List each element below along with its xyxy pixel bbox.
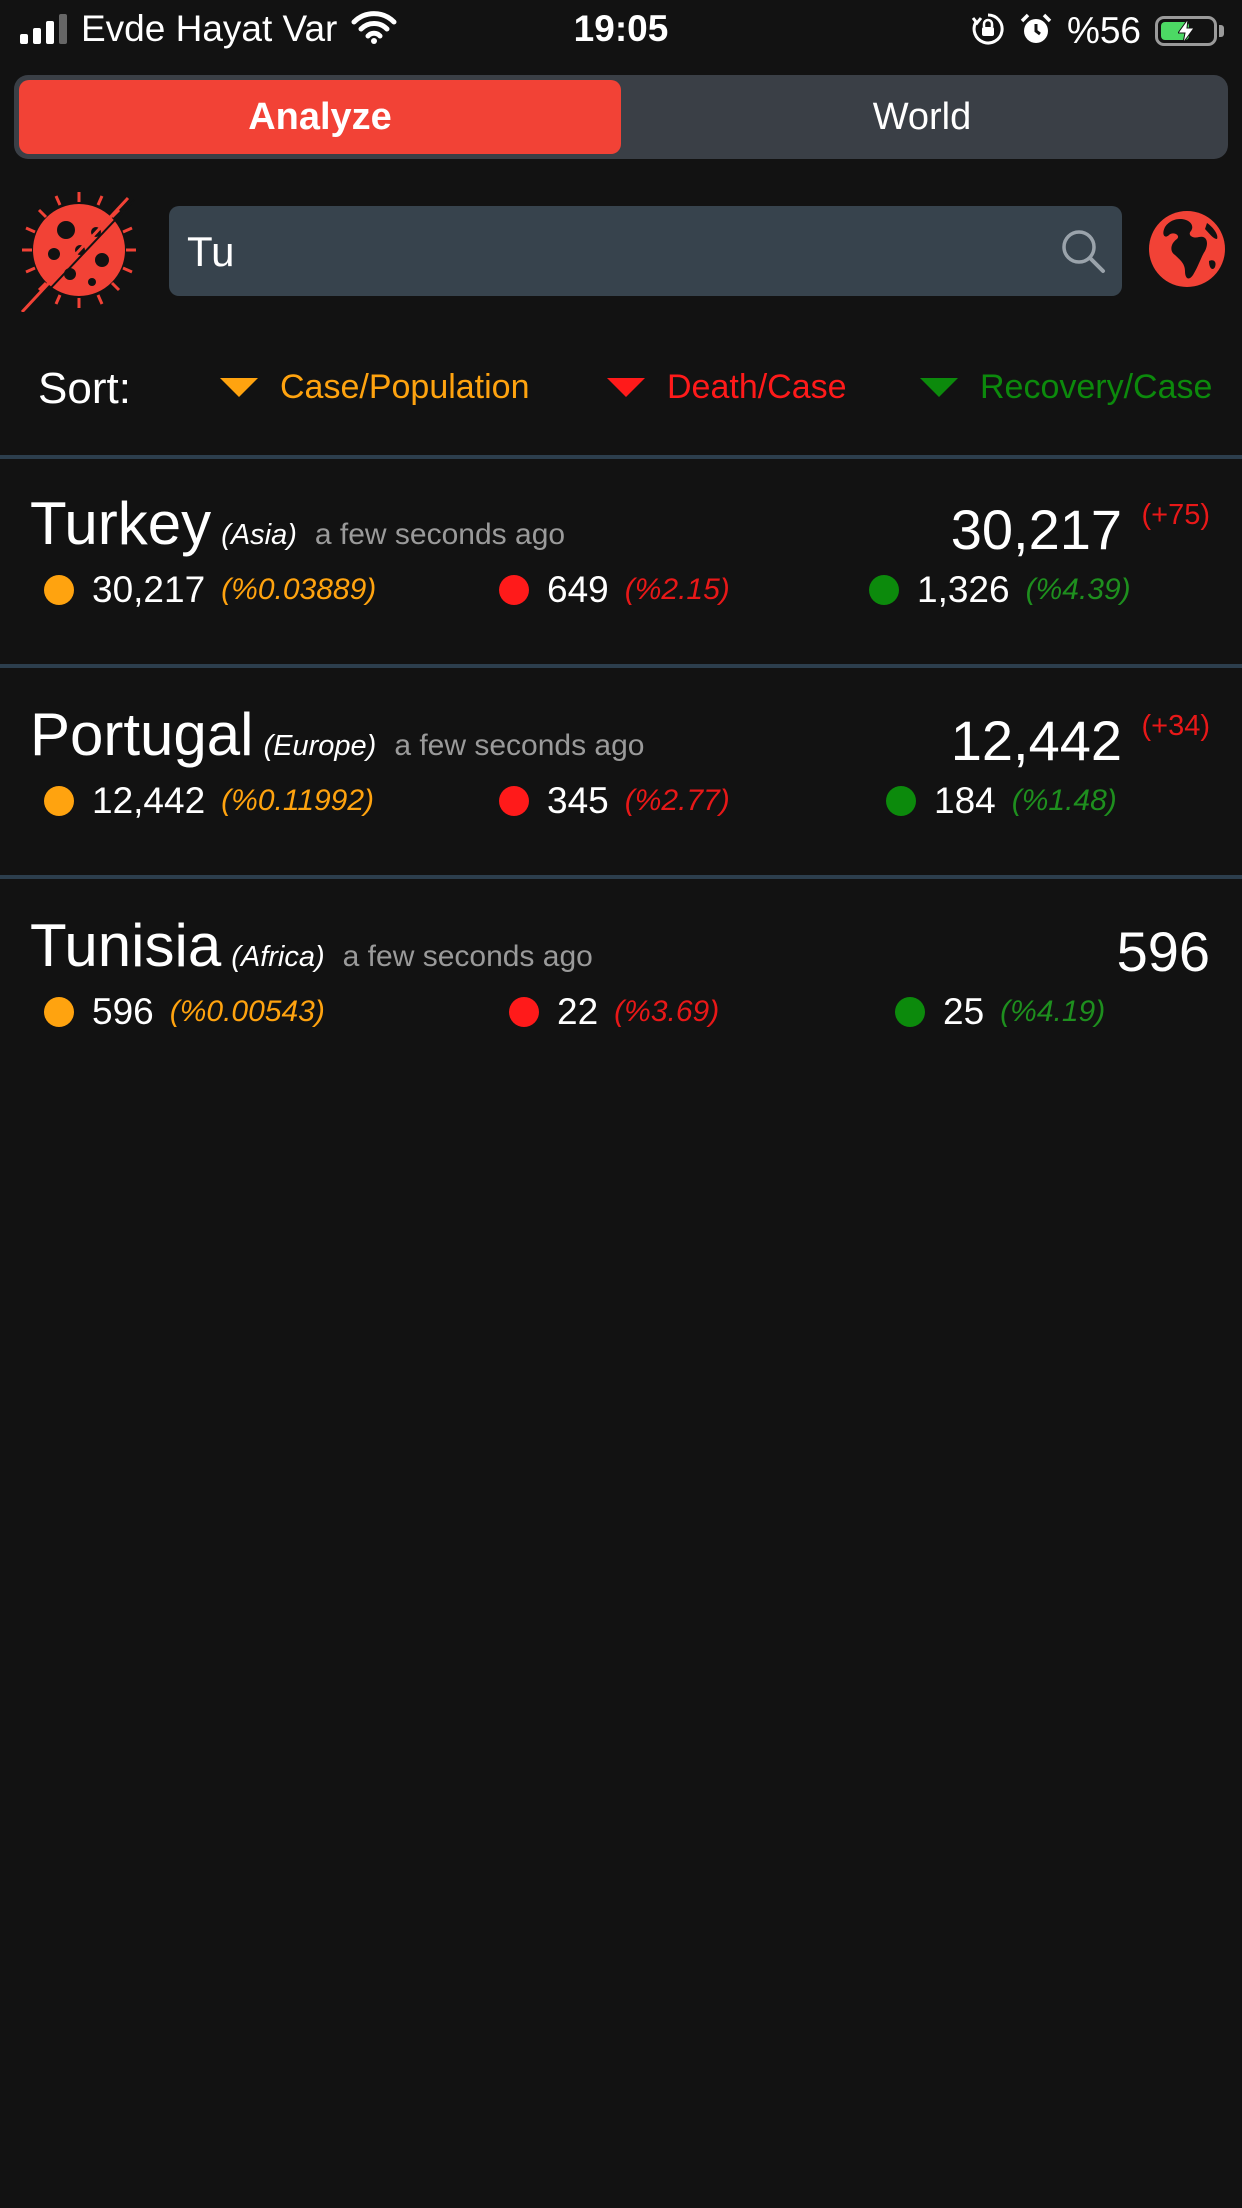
deaths-stat: 22 (%3.69): [509, 991, 719, 1033]
deaths-stat: 345 (%2.77): [499, 780, 730, 822]
sort-option-label: Recovery/Case: [980, 368, 1213, 406]
cases-dot-icon: [44, 575, 74, 605]
cases-stat: 596 (%0.00543): [44, 991, 325, 1033]
deaths-percent: (%2.15): [624, 573, 730, 606]
deaths-dot-icon: [499, 575, 529, 605]
total-cases: 12,442: [950, 709, 1122, 772]
divider: [0, 664, 1242, 668]
orientation-lock-icon: [971, 12, 1005, 51]
sort-option-label: Death/Case: [667, 368, 847, 406]
total-cases: 30,217: [950, 498, 1122, 561]
country-heading: Turkey (Asia) a few seconds ago: [30, 489, 565, 558]
deaths-value: 22: [557, 991, 599, 1032]
deaths-percent: (%2.77): [624, 784, 730, 817]
cases-value: 12,442: [92, 780, 206, 821]
battery-charging-icon: [1155, 16, 1224, 46]
recovered-dot-icon: [895, 997, 925, 1027]
updated-time: a few seconds ago: [342, 940, 593, 973]
status-right: %56: [971, 10, 1224, 52]
recovered-dot-icon: [886, 786, 916, 816]
recovered-percent: (%4.19): [1000, 995, 1106, 1028]
recovered-stat: 25 (%4.19): [895, 991, 1105, 1033]
country-heading: Tunisia (Africa) a few seconds ago: [30, 911, 593, 980]
recovered-value: 184: [934, 780, 996, 821]
divider: [0, 875, 1242, 879]
country-region: (Africa): [231, 941, 325, 973]
cases-dot-icon: [44, 997, 74, 1027]
recovered-stat: 1,326 (%4.39): [869, 569, 1131, 611]
deaths-dot-icon: [509, 997, 539, 1027]
updated-time: a few seconds ago: [394, 729, 645, 762]
segmented-control: Analyze World: [14, 75, 1228, 159]
recovered-dot-icon: [869, 575, 899, 605]
globe-icon[interactable]: [1147, 209, 1227, 294]
country-row-tunisia[interactable]: Tunisia (Africa) a few seconds ago 596 5…: [0, 881, 1242, 1086]
alarm-icon: [1019, 12, 1053, 51]
sort-row: Sort: Case/Population Death/Case Recover…: [0, 350, 1242, 430]
country-row-turkey[interactable]: Turkey (Asia) a few seconds ago 30,217 (…: [0, 459, 1242, 664]
country-name: Portugal: [30, 701, 254, 768]
new-cases-delta: (+75): [1141, 499, 1210, 531]
sort-arrow-down-icon: [220, 378, 258, 397]
cases-value: 596: [92, 991, 154, 1032]
sort-recovery-case-button[interactable]: Recovery/Case: [920, 368, 1212, 407]
country-region: (Europe): [263, 730, 377, 762]
updated-time: a few seconds ago: [314, 518, 566, 551]
deaths-value: 649: [547, 569, 609, 610]
status-bar: Evde Hayat Var 19:05 %56: [0, 0, 1242, 62]
deaths-percent: (%3.69): [614, 995, 720, 1028]
sort-arrow-down-icon: [607, 378, 645, 397]
sort-option-label: Case/Population: [280, 368, 530, 406]
recovered-stat: 184 (%1.48): [886, 780, 1117, 822]
total-cases: 596: [1116, 920, 1210, 983]
cases-stat: 12,442 (%0.11992): [44, 780, 374, 822]
country-region: (Asia): [221, 519, 297, 551]
recovered-percent: (%4.39): [1025, 573, 1131, 606]
deaths-value: 345: [547, 780, 609, 821]
country-name: Turkey: [30, 490, 212, 557]
tab-analyze[interactable]: Analyze: [19, 80, 621, 154]
new-cases-delta: (+34): [1141, 710, 1210, 742]
recovered-value: 1,326: [917, 569, 1010, 610]
cases-stat: 30,217 (%0.03889): [44, 569, 376, 611]
header-row: [0, 185, 1242, 315]
cases-dot-icon: [44, 786, 74, 816]
sort-label: Sort:: [38, 364, 131, 413]
sort-death-case-button[interactable]: Death/Case: [607, 368, 847, 407]
cases-percent: (%0.03889): [221, 573, 377, 606]
country-heading: Portugal (Europe) a few seconds ago: [30, 700, 644, 769]
virus-logo-icon[interactable]: [20, 190, 138, 317]
recovered-value: 25: [943, 991, 985, 1032]
search-bar[interactable]: [169, 206, 1122, 298]
deaths-stat: 649 (%2.15): [499, 569, 730, 611]
country-row-portugal[interactable]: Portugal (Europe) a few seconds ago 12,4…: [0, 670, 1242, 875]
deaths-dot-icon: [499, 786, 529, 816]
sort-case-population-button[interactable]: Case/Population: [220, 368, 530, 407]
search-icon[interactable]: [1060, 228, 1106, 279]
search-input[interactable]: [185, 206, 1049, 298]
recovered-percent: (%1.48): [1011, 784, 1117, 817]
cases-percent: (%0.00543): [169, 995, 325, 1028]
cases-percent: (%0.11992): [221, 784, 375, 817]
sort-arrow-down-icon: [920, 378, 958, 397]
cases-value: 30,217: [92, 569, 206, 610]
battery-percent: %56: [1066, 10, 1141, 51]
country-name: Tunisia: [30, 912, 222, 979]
tab-world[interactable]: World: [621, 80, 1223, 154]
